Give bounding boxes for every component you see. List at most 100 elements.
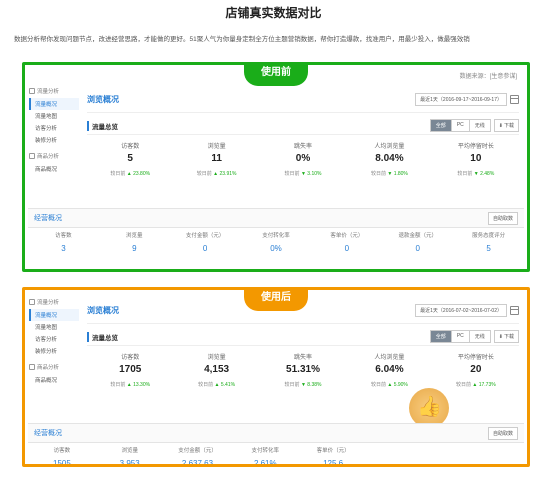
ops-value[interactable]: 3	[28, 244, 99, 253]
flow-bar: 流量总览 全部 PC 无线 ⬇ 下载	[87, 328, 519, 346]
compare-label: 较日前	[370, 382, 386, 388]
ops-value[interactable]: 0	[382, 244, 453, 253]
ops-label: 退款金额（元）	[398, 233, 437, 239]
overview-header: 浏览概况 最近1天（2016-07-02~2016-07-02）	[87, 298, 519, 324]
compare-label: 较日前	[196, 171, 212, 177]
date-picker[interactable]: 最近1天（2016-07-02~2016-07-02）	[415, 304, 519, 317]
sidebar-item-traffic-overview[interactable]: 流量概况	[29, 309, 79, 321]
ops-label: 浏览量	[121, 448, 138, 454]
ops-cell: 访客数 3	[28, 231, 99, 253]
ops-title: 经营概况	[34, 215, 62, 222]
ops-label: 浏览量	[126, 233, 143, 239]
sidebar-item-visitor-analysis[interactable]: 访客分析	[29, 122, 79, 134]
metric-label: 人均浏览量	[374, 355, 405, 361]
segment-pc[interactable]: PC	[452, 331, 470, 342]
date-range[interactable]: 最近1天（2016-07-02~2016-07-02）	[415, 304, 507, 317]
metric-value: 20	[470, 364, 482, 375]
metric-avg-pageviews: 人均浏览量 6.04% 较日前 ▲ 5.90%	[346, 352, 432, 388]
date-range[interactable]: 最近1天（2016-09-17~2016-09-17）	[415, 93, 507, 106]
sidebar-group-product: 商品分析 商品概况	[29, 152, 79, 175]
metric-compare: 较日前 ▲ 23.80%	[87, 170, 173, 177]
ops-title: 经营概况	[34, 430, 62, 437]
sidebar-group-header[interactable]: 流量分析	[29, 298, 79, 306]
thumbs-up-icon	[409, 388, 449, 428]
segment-all[interactable]: 全部	[430, 120, 452, 131]
self-fetch-button[interactable]: 自助取数	[487, 211, 518, 225]
calendar-icon[interactable]	[510, 306, 519, 315]
compare-delta: ▼ 8.38%	[300, 382, 322, 388]
calendar-icon[interactable]	[510, 95, 519, 104]
metric-pageviews: 浏览量 4,153 较日前 ▲ 5.41%	[173, 352, 259, 388]
ops-value[interactable]: 3,953	[96, 459, 164, 464]
sidebar-group-product: 商品分析 商品概况	[29, 363, 79, 386]
segment-wireless[interactable]: 无线	[470, 331, 490, 342]
flow-tools: 全部 PC 无线 ⬇ 下载	[429, 119, 519, 132]
overview-title: 浏览概况	[87, 306, 119, 315]
segment-all[interactable]: 全部	[430, 331, 452, 342]
sidebar-group-header[interactable]: 商品分析	[29, 363, 79, 371]
ops-value[interactable]: 9	[99, 244, 170, 253]
before-main: 浏览概况 最近1天（2016-09-17~2016-09-17） 流量总览 全部…	[87, 87, 519, 177]
metric-value: 1705	[119, 364, 142, 375]
compare-label: 较日前	[198, 382, 214, 388]
box-icon	[29, 153, 35, 159]
sidebar-item-decoration-analysis[interactable]: 装修分析	[29, 345, 79, 357]
sidebar-item-product-overview[interactable]: 商品概况	[29, 374, 79, 386]
sidebar-group-header[interactable]: 商品分析	[29, 152, 79, 160]
sidebar-group-header[interactable]: 流量分析	[29, 87, 79, 95]
ops-value[interactable]: 0%	[241, 244, 312, 253]
segment-pc[interactable]: PC	[452, 120, 470, 131]
ops-value[interactable]: 0	[311, 244, 382, 253]
metric-bounce-rate: 跳失率 0% 较日前 ▼ 3.10%	[260, 141, 346, 177]
segment-wireless[interactable]: 无线	[470, 120, 490, 131]
metric-label: 人均浏览量	[374, 144, 405, 150]
download-label: 下载	[503, 334, 514, 340]
ops-value[interactable]: 125.6	[299, 459, 367, 464]
date-picker[interactable]: 最近1天（2016-09-17~2016-09-17）	[415, 93, 519, 106]
metric-label: 跳失率	[294, 144, 313, 150]
ops-header: 经营概况 自助取数	[28, 208, 524, 228]
sidebar-item-traffic-map[interactable]: 流量地图	[29, 110, 79, 122]
sidebar-item-traffic-overview[interactable]: 流量概况	[29, 98, 79, 110]
sidebar-item-product-overview[interactable]: 商品概况	[29, 163, 79, 175]
ops-value[interactable]: 2,637.63	[164, 459, 232, 464]
sidebar-item-decoration-analysis[interactable]: 装修分析	[29, 134, 79, 146]
metric-value: 10	[470, 153, 482, 164]
compare-label: 较日前	[110, 171, 126, 177]
terminal-segment: 全部 PC 无线	[429, 119, 491, 132]
metrics-row: 访客数 5 较日前 ▲ 23.80% 浏览量 11 较日前 ▲ 23.91% 跳…	[87, 141, 519, 177]
before-sidebar: 流量分析 流量概况 流量地图 访客分析 装修分析 商品分析 商品概况	[29, 87, 79, 181]
metric-label: 平均停留时长	[457, 355, 494, 361]
self-fetch-button[interactable]: 自助取数	[487, 426, 518, 440]
sidebar-group-title: 流量分析	[37, 89, 60, 95]
ops-label: 支付金额（元）	[178, 448, 217, 454]
ops-cell: 服务态度评分 5	[453, 231, 524, 253]
metric-value: 8.04%	[375, 153, 404, 164]
metric-label: 跳失率	[294, 355, 313, 361]
ops-cell: 访客数 1505	[28, 446, 96, 464]
flow-tools: 全部 PC 无线 ⬇ 下载	[429, 330, 519, 343]
metric-label: 访客数	[121, 355, 140, 361]
ops-value[interactable]: 5	[453, 244, 524, 253]
compare-delta: ▲ 23.91%	[213, 171, 237, 177]
ops-value[interactable]: 0	[170, 244, 241, 253]
compare-label: 较日前	[110, 382, 126, 388]
ops-cell: 支付金额（元） 2,637.63	[164, 446, 232, 464]
ops-header: 经营概况 自助取数	[28, 423, 524, 443]
sidebar-group-title: 商品分析	[37, 365, 60, 371]
compare-delta: ▼ 3.10%	[300, 171, 322, 177]
metric-compare: 较日前 ▲ 23.91%	[173, 170, 259, 177]
ops-value[interactable]: 1505	[28, 459, 96, 464]
compare-label: 较日前	[455, 382, 471, 388]
download-button[interactable]: ⬇ 下载	[493, 119, 519, 132]
download-button[interactable]: ⬇ 下载	[493, 330, 519, 343]
sidebar-item-traffic-map[interactable]: 流量地图	[29, 321, 79, 333]
compare-label: 较日前	[457, 171, 473, 177]
metric-compare: 较日前 ▼ 2.48%	[433, 170, 519, 177]
sidebar-item-visitor-analysis[interactable]: 访客分析	[29, 333, 79, 345]
ops-label: 访客数	[53, 448, 71, 454]
eye-icon	[29, 88, 35, 94]
sidebar-group-title: 流量分析	[37, 300, 60, 306]
ops-value[interactable]: 2.61%	[231, 459, 299, 464]
sidebar-group-traffic: 流量分析 流量概况 流量地图 访客分析 装修分析	[29, 298, 79, 357]
